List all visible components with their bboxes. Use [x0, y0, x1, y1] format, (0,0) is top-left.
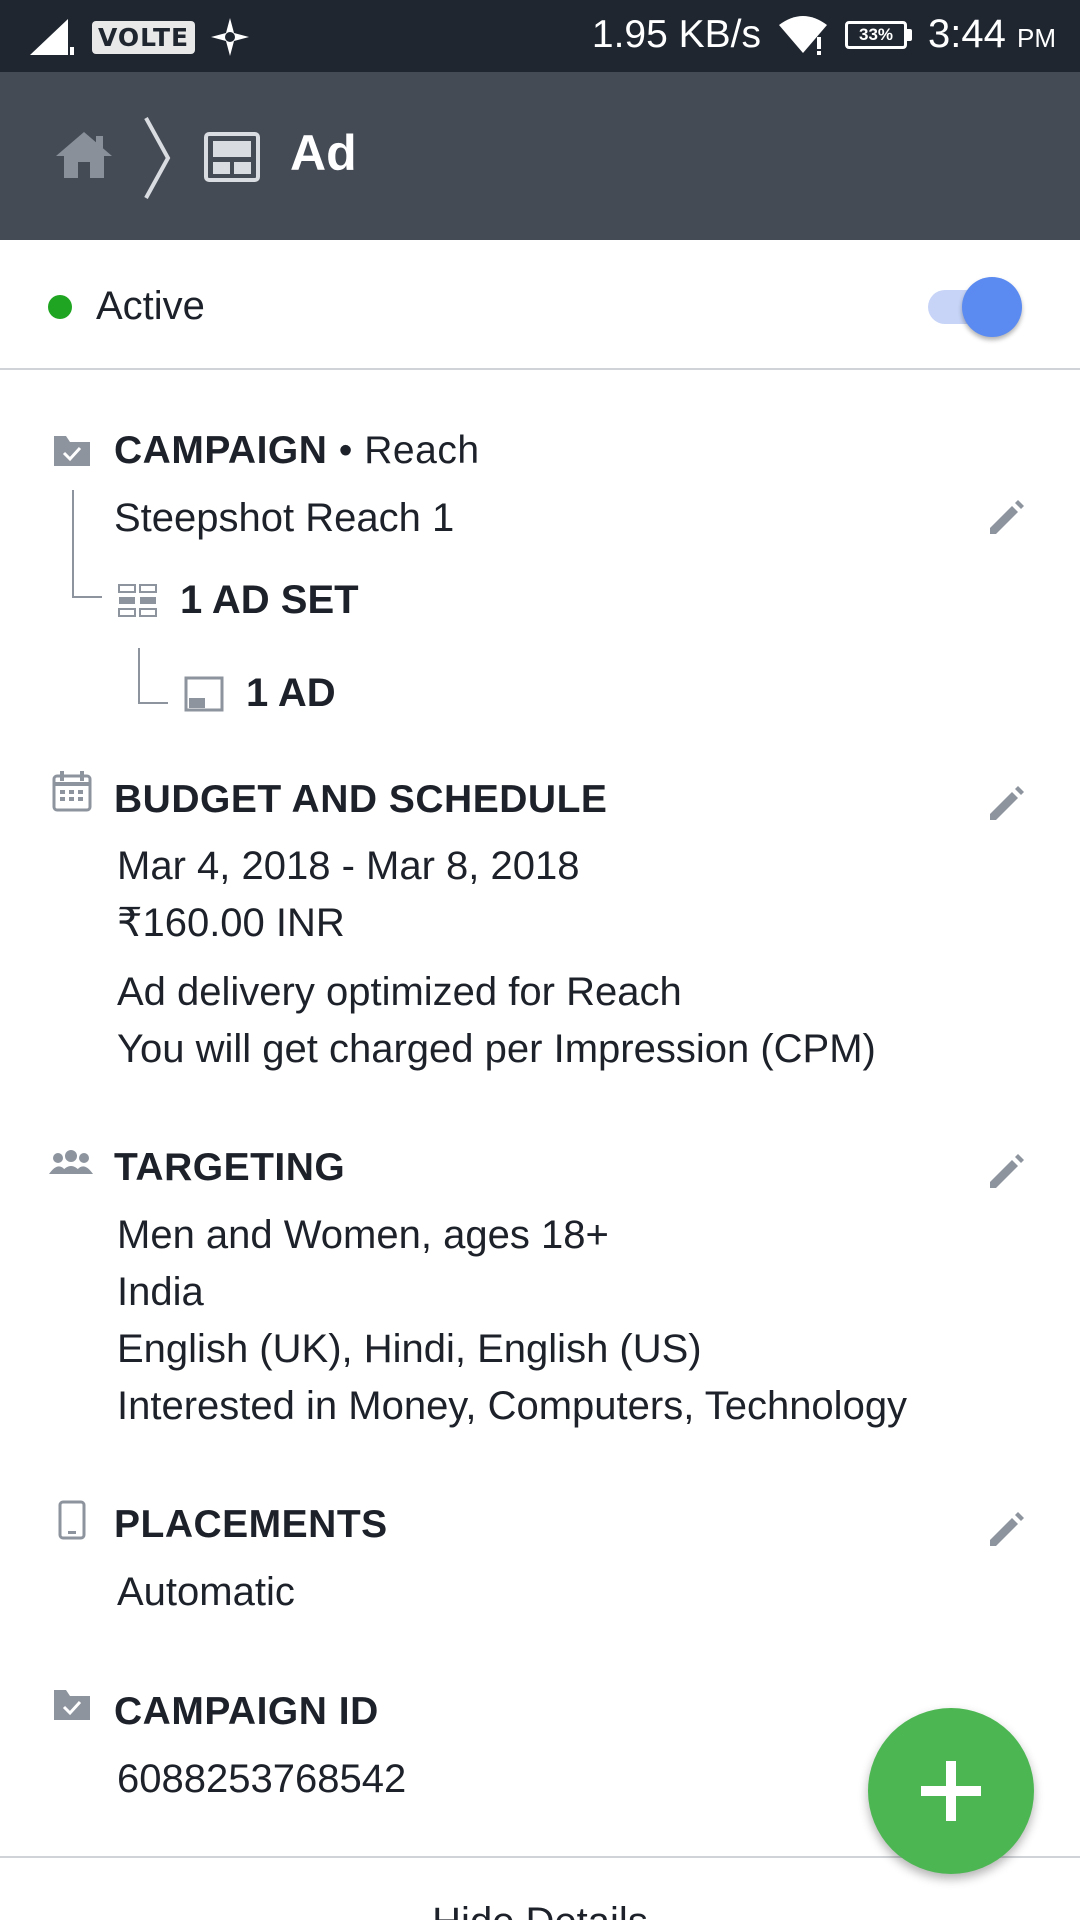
ad-count[interactable]: 1 AD	[246, 671, 336, 716]
placements-section-title: PLACEMENTS	[114, 1503, 388, 1546]
budget-amount: ₹160.00 INR	[117, 901, 345, 945]
active-toggle[interactable]	[924, 274, 1024, 337]
sync-icon	[211, 18, 250, 56]
edit-budget-pencil-icon[interactable]	[986, 784, 1026, 824]
targeting-languages: English (UK), Hindi, English (US)	[117, 1327, 702, 1371]
clock-ampm: PM	[1017, 23, 1056, 53]
campaign-title: CAMPAIGN	[114, 429, 328, 472]
ad-set-tree-connector	[138, 648, 168, 704]
active-status-dot	[48, 295, 72, 319]
chevron-right-icon	[144, 117, 171, 199]
budget-dates: Mar 4, 2018 - Mar 8, 2018	[117, 844, 580, 888]
status-bar-left: VOLTE	[28, 16, 251, 58]
campaign-tree-connector	[72, 490, 102, 598]
toggle-thumb	[962, 277, 1022, 337]
status-bar: VOLTE 1.95 KB/s 33% 3:44 PM	[0, 0, 1080, 72]
campaign-id-section-title: CAMPAIGN ID	[114, 1690, 379, 1733]
wifi-icon	[779, 15, 828, 55]
home-icon[interactable]	[54, 130, 114, 180]
calendar-icon	[52, 771, 92, 812]
battery-level: 33%	[845, 20, 908, 49]
plus-icon	[921, 1761, 981, 1821]
budget-optimization: Ad delivery optimized for Reach	[117, 970, 682, 1014]
edit-campaign-pencil-icon[interactable]	[986, 498, 1026, 538]
targeting-interests: Interested in Money, Computers, Technolo…	[117, 1384, 908, 1428]
targeting-section-title: TARGETING	[114, 1146, 346, 1189]
edit-placements-pencil-icon[interactable]	[986, 1510, 1026, 1550]
ad-set-icon	[118, 584, 157, 617]
campaign-id-value: 6088253768542	[117, 1757, 407, 1801]
targeting-location: India	[117, 1270, 204, 1314]
clock: 3:44 PM	[928, 12, 1056, 57]
signal-icon	[30, 19, 74, 55]
page-title: Ad	[290, 125, 357, 181]
hide-details-link[interactable]: Hide Details	[0, 1900, 1080, 1920]
mobile-device-icon	[58, 1500, 86, 1540]
budget-section-title: BUDGET AND SCHEDULE	[114, 778, 608, 821]
clock-time: 3:44	[928, 12, 1006, 56]
status-label: Active	[96, 284, 205, 328]
campaign-section-title: CAMPAIGN • Reach	[114, 429, 480, 473]
volte-badge: VOLTE	[92, 20, 196, 54]
ad-set-count[interactable]: 1 AD SET	[180, 578, 359, 623]
campaign-objective: • Reach	[338, 429, 480, 472]
ad-status-row: Active	[0, 240, 1080, 370]
campaign-id-folder-icon	[54, 1690, 90, 1720]
placements-value: Automatic	[117, 1570, 295, 1614]
audience-people-icon	[49, 1150, 93, 1174]
ad-level-icon	[184, 676, 224, 712]
battery-icon: 33%	[845, 20, 913, 49]
campaign-folder-icon	[54, 436, 90, 466]
network-speed: 1.95 KB/s	[591, 12, 762, 56]
targeting-audience: Men and Women, ages 18+	[117, 1213, 609, 1257]
header-bar: Ad	[0, 72, 1080, 240]
edit-targeting-pencil-icon[interactable]	[986, 1152, 1026, 1192]
ad-icon[interactable]	[204, 132, 260, 182]
add-fab-button[interactable]	[868, 1708, 1034, 1874]
campaign-name[interactable]: Steepshot Reach 1	[114, 496, 454, 541]
budget-charge-type: You will get charged per Impression (CPM…	[117, 1027, 876, 1071]
status-bar-right: 1.95 KB/s 33% 3:44 PM	[592, 12, 1056, 57]
